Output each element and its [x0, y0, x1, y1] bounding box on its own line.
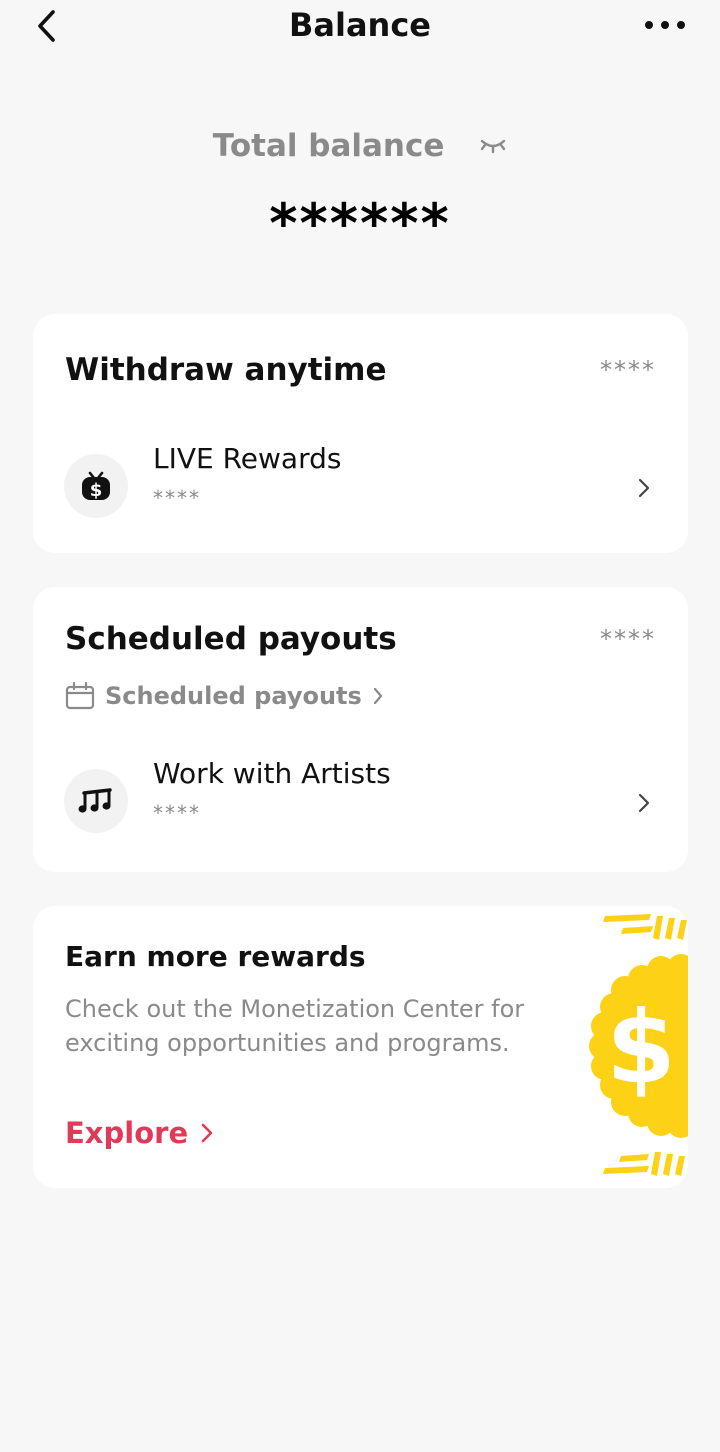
earn-more-rewards-card: Earn more rewards Check out the Monetiza…	[33, 906, 688, 1188]
more-horizontal-icon	[645, 21, 685, 29]
list-item-label: Work with Artists	[153, 757, 391, 790]
scheduled-payouts-card: Scheduled payouts **** Scheduled payouts	[33, 587, 688, 872]
page-title: Balance	[289, 6, 431, 44]
explore-link[interactable]: Explore	[65, 1116, 214, 1150]
calendar-icon	[65, 682, 95, 710]
chevron-right-icon	[638, 478, 650, 498]
list-item-live-rewards[interactable]: $ LIVE Rewards ****	[33, 442, 688, 532]
total-balance-value: ******	[269, 192, 451, 255]
scheduled-payouts-amount: ****	[600, 625, 656, 653]
list-item-label: LIVE Rewards	[153, 442, 342, 475]
scheduled-payouts-link[interactable]: Scheduled payouts	[65, 679, 384, 713]
music-notes-icon-wrap	[64, 769, 128, 833]
earn-more-rewards-title: Earn more rewards	[65, 940, 366, 973]
withdraw-anytime-title: Withdraw anytime	[65, 352, 387, 388]
chevron-right-icon	[638, 793, 650, 813]
music-notes-icon	[78, 788, 112, 813]
list-item-work-with-artists[interactable]: Work with Artists ****	[33, 757, 688, 847]
list-item-value: ****	[153, 486, 201, 510]
live-rewards-icon-wrap: $	[64, 454, 128, 518]
withdraw-anytime-amount: ****	[600, 356, 656, 384]
eye-closed-icon[interactable]	[479, 127, 507, 163]
list-item-value: ****	[153, 801, 201, 825]
earn-more-rewards-description: Check out the Monetization Center for ex…	[65, 995, 525, 1057]
scheduled-payouts-title: Scheduled payouts	[65, 621, 397, 657]
dollar-coin-badge: $	[553, 906, 688, 1188]
more-options-button[interactable]	[640, 10, 690, 40]
total-balance-label: Total balance	[212, 128, 445, 164]
explore-link-label: Explore	[65, 1116, 189, 1150]
withdraw-anytime-card: Withdraw anytime **** $ LIVE Rewards ***…	[33, 314, 688, 553]
chevron-right-icon	[372, 686, 384, 706]
live-rewards-icon: $	[82, 471, 110, 501]
scheduled-payouts-link-label: Scheduled payouts	[105, 682, 362, 710]
total-balance-row: Total balance	[0, 128, 720, 164]
svg-text:$: $	[90, 480, 103, 501]
chevron-right-icon	[200, 1122, 214, 1144]
svg-text:$: $	[606, 989, 676, 1106]
top-bar: Balance	[0, 0, 720, 60]
